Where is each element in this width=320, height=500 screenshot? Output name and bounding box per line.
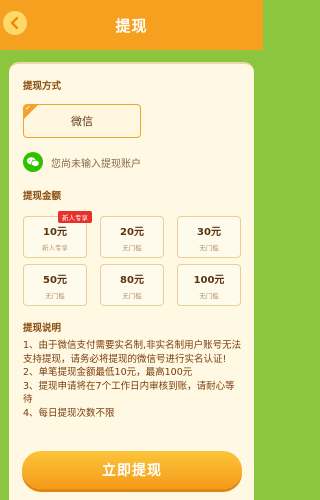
page-title: 提现: [115, 16, 148, 35]
method-section-label: 提现方式: [23, 81, 62, 92]
amount-subtitle: 新人专享: [42, 243, 68, 252]
amount-subtitle: 无门槛: [199, 291, 219, 300]
check-icon: ✓: [25, 104, 31, 112]
amount-option-10[interactable]: 新人专享 10元 新人专享: [23, 211, 92, 258]
amount-option-50[interactable]: 50元 无门槛: [23, 264, 87, 306]
amount-value: 30元: [197, 226, 221, 238]
header-bar: 提现: [0, 0, 263, 50]
amount-value: 50元: [43, 274, 67, 286]
instruction-line: 3、提现申请将在7个工作日内审核到账，请耐心等待: [23, 380, 235, 406]
amount-option-80[interactable]: 80元 无门槛: [100, 264, 164, 306]
instruction-line: 1、由于微信支付需要实名制,非实名制用户账号无法支持提现，请务必将提现的微信号进…: [23, 340, 242, 365]
wechat-icon: [23, 152, 43, 172]
amount-value: 10元: [43, 226, 67, 238]
back-button[interactable]: [3, 11, 27, 35]
instruction-line: 4、每日提现次数不限: [23, 407, 115, 419]
amount-value: 20元: [120, 226, 144, 238]
amount-value: 100元: [193, 274, 225, 286]
wechat-account-hint: 您尚未输入提现账户: [51, 158, 141, 170]
amount-option-20[interactable]: 20元 无门槛: [100, 216, 164, 258]
instructions-section-label: 提现说明: [23, 323, 62, 334]
amount-subtitle: 无门槛: [122, 243, 142, 252]
amount-value: 80元: [120, 274, 144, 286]
amount-option-100[interactable]: 100元 无门槛: [177, 264, 241, 306]
method-option-label: 微信: [71, 115, 93, 128]
amount-section-label: 提现金额: [23, 191, 62, 202]
wechat-account-row[interactable]: 您尚未输入提现账户: [23, 152, 141, 172]
amount-option-30[interactable]: 30元 无门槛: [177, 216, 241, 258]
instruction-line: 2、单笔提现金额最低10元，最高100元: [23, 367, 193, 379]
amount-subtitle: 无门槛: [45, 291, 65, 300]
instructions-text: 1、由于微信支付需要实名制,非实名制用户账号无法支持提现，请务必将提现的微信号进…: [23, 339, 243, 421]
wechat-method-option[interactable]: ✓ 微信: [23, 104, 141, 138]
chevron-left-icon: [10, 17, 19, 29]
new-user-badge: 新人专享: [58, 211, 92, 223]
withdraw-card: 提现方式 ✓ 微信 您尚未输入提现账户 提现金额 新人专享 10元 新人专享 2…: [9, 62, 254, 500]
withdraw-now-button[interactable]: 立即提现: [22, 451, 242, 489]
amount-subtitle: 无门槛: [199, 243, 219, 252]
amount-subtitle: 无门槛: [122, 291, 142, 300]
